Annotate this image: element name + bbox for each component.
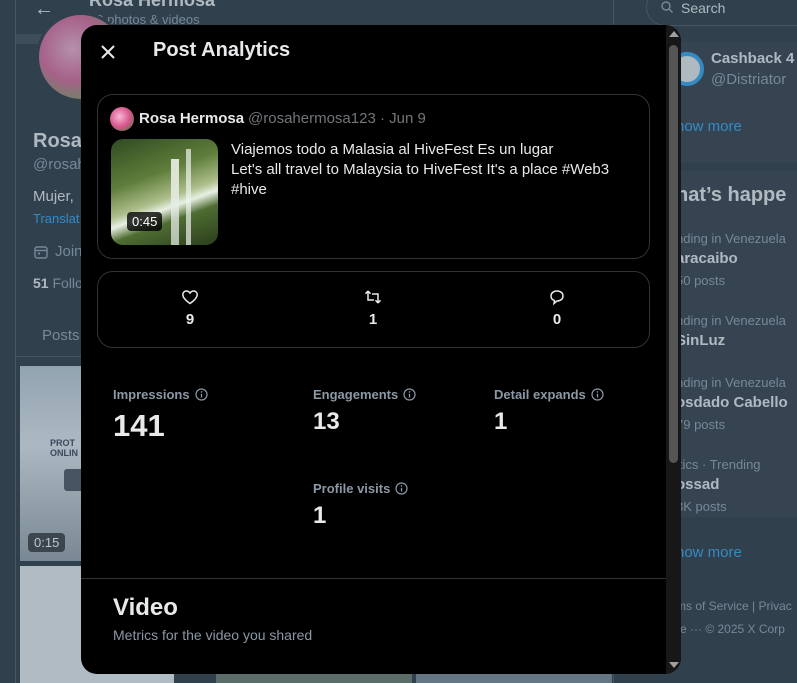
waterfall-graphic [186,149,191,245]
post-author-avatar [110,107,134,131]
scroll-down-arrow-icon[interactable] [669,662,679,668]
replies-stat: 0 [527,288,587,328]
post-text-line: Viajemos todo a Malasia al HiveFest Es u… [231,141,554,158]
info-icon[interactable] [194,388,208,401]
engagements-label: Engagements [313,387,399,402]
close-button[interactable] [95,39,121,65]
modal-title: Post Analytics [153,39,291,61]
post-author-name: Rosa Hermosa [139,110,245,127]
video-section-title: Video [113,594,178,621]
impressions-label-row: Impressions [113,387,208,402]
post-preview-card[interactable]: Rosa Hermosa @rosahermosa123 · Jun 9 0:4… [97,94,650,259]
post-video-thumbnail[interactable]: 0:45 [111,139,218,245]
repost-icon [364,290,382,304]
post-text: Viajemos todo a Malasia al HiveFest Es u… [231,140,641,200]
video-section-subtitle: Metrics for the video you shared [113,627,313,643]
detail-expands-label: Detail expands [494,387,586,402]
info-icon[interactable] [403,388,416,401]
impressions-metric: Impressions 141 [113,387,208,444]
engagements-value: 13 [313,408,340,435]
post-meta: @rosahermosa123 · Jun 9 [248,110,426,127]
engagements-metric: Engagements 13 [313,387,416,436]
section-divider [81,578,666,579]
heart-icon [182,290,198,305]
reply-icon [550,290,564,306]
reposts-stat: 1 [343,288,403,328]
engagement-stats-card: 9 1 0 [97,271,650,348]
info-icon[interactable] [591,388,604,401]
likes-stat: 9 [160,288,220,328]
profile-visits-metric: Profile visits 1 [313,481,408,530]
profile-visits-label: Profile visits [313,481,391,496]
post-analytics-modal: Post Analytics Rosa Hermosa @rosahermosa… [81,25,681,674]
detail-expands-label-row: Detail expands [494,387,604,402]
impressions-value: 141 [113,408,165,443]
replies-count: 0 [552,311,562,328]
video-duration-badge: 0:45 [127,212,163,231]
post-text-line: #hive [231,181,267,198]
waterfall-graphic [171,159,179,245]
reposts-count: 1 [368,311,378,328]
detail-expands-value: 1 [494,408,508,435]
post-text-line: Let's all travel to Malaysia to HiveFest… [231,161,610,178]
scroll-up-arrow-icon[interactable] [669,31,679,37]
impressions-label: Impressions [113,387,190,402]
scrollbar-thumb[interactable] [669,45,678,463]
detail-expands-metric: Detail expands 1 [494,387,604,436]
likes-count: 9 [185,311,195,328]
profile-visits-value: 1 [313,502,327,529]
engagements-label-row: Engagements [313,387,416,402]
close-icon [101,45,115,59]
profile-visits-label-row: Profile visits [313,481,408,496]
info-icon[interactable] [395,482,408,495]
